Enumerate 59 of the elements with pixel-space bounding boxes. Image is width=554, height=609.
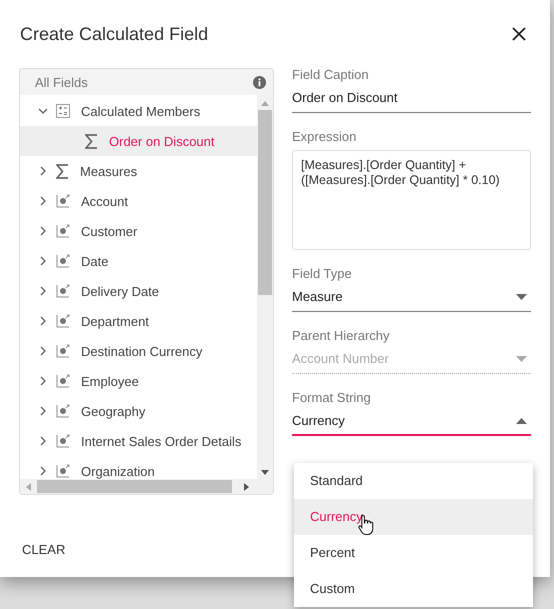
close-icon[interactable] bbox=[512, 27, 526, 41]
calculator-icon bbox=[56, 104, 70, 118]
caret-icon bbox=[516, 418, 527, 424]
tree-item[interactable]: Destination Currency bbox=[20, 336, 257, 366]
dimension-icon bbox=[56, 344, 70, 358]
dimension-icon bbox=[56, 434, 70, 448]
expression-field[interactable]: [Measures].[Order Quantity] + ([Measures].[Order Quantity] * 0.10) bbox=[292, 150, 531, 250]
chevron-right-icon[interactable] bbox=[38, 196, 48, 206]
caret-icon bbox=[516, 356, 527, 362]
field-label: Field Caption bbox=[292, 67, 370, 82]
chevron-right-icon[interactable] bbox=[38, 256, 48, 266]
chevron-right-icon[interactable] bbox=[38, 436, 48, 446]
field-label: Parent Hierarchy bbox=[292, 328, 391, 343]
dimension-icon bbox=[56, 284, 70, 298]
chevron-right-icon[interactable] bbox=[38, 316, 48, 326]
tree-item[interactable]: Order on Discount bbox=[20, 126, 257, 156]
tree-item[interactable]: Account bbox=[20, 186, 257, 216]
field-label: Expression bbox=[292, 129, 358, 144]
tree-item[interactable]: Calculated Members bbox=[20, 96, 257, 126]
chevron-right-icon[interactable] bbox=[38, 406, 48, 416]
field-label: Format String bbox=[292, 390, 372, 405]
chevron-right-icon[interactable] bbox=[38, 286, 48, 296]
tree-item[interactable]: Organization bbox=[20, 456, 257, 479]
sigma-icon bbox=[56, 164, 69, 178]
caret-icon bbox=[516, 294, 527, 300]
dimension-icon bbox=[56, 224, 70, 238]
chevron-right-icon[interactable] bbox=[38, 466, 48, 476]
tree-item[interactable]: Customer bbox=[20, 216, 257, 246]
dimension-icon bbox=[56, 374, 70, 388]
dimension-icon bbox=[56, 404, 70, 418]
dimension-icon bbox=[56, 194, 70, 208]
chevron-right-icon[interactable] bbox=[38, 376, 48, 386]
dialog-title: Create Calculated Field bbox=[20, 24, 208, 44]
chevron-right-icon[interactable] bbox=[38, 346, 48, 356]
tree-item[interactable]: Delivery Date bbox=[20, 276, 257, 306]
chevron-right-icon[interactable] bbox=[38, 226, 48, 236]
tree-item[interactable]: Date bbox=[20, 246, 257, 276]
tree-item[interactable]: Measures bbox=[20, 156, 257, 186]
dropdown-option[interactable]: Custom bbox=[294, 571, 533, 607]
tree-item[interactable]: Employee bbox=[20, 366, 257, 396]
clear-button[interactable]: CLEAR bbox=[14, 536, 74, 563]
sigma-icon bbox=[85, 134, 98, 148]
dimension-icon bbox=[56, 464, 70, 478]
field-label: Field Type bbox=[292, 266, 353, 281]
tree-item[interactable]: Department bbox=[20, 306, 257, 336]
info-icon[interactable] bbox=[253, 76, 266, 88]
dropdown-option[interactable]: Currency bbox=[294, 499, 533, 535]
dropdown-field[interactable]: Currency bbox=[292, 410, 531, 436]
tree-item[interactable]: Geography bbox=[20, 396, 257, 426]
dimension-icon bbox=[56, 314, 70, 328]
chevron-right-icon[interactable] bbox=[38, 166, 48, 176]
dropdown-option[interactable]: Percent bbox=[294, 535, 533, 571]
horizontal-scrollbar[interactable] bbox=[20, 479, 273, 494]
tree-item[interactable]: Internet Sales Order Details bbox=[20, 426, 257, 456]
dimension-icon bbox=[56, 254, 70, 268]
dropdown-field[interactable]: Measure bbox=[292, 286, 531, 312]
dropdown-option[interactable]: Standard bbox=[294, 463, 533, 499]
tree-header-text: All Fields bbox=[35, 74, 88, 90]
chevron-down-icon[interactable] bbox=[38, 106, 48, 116]
